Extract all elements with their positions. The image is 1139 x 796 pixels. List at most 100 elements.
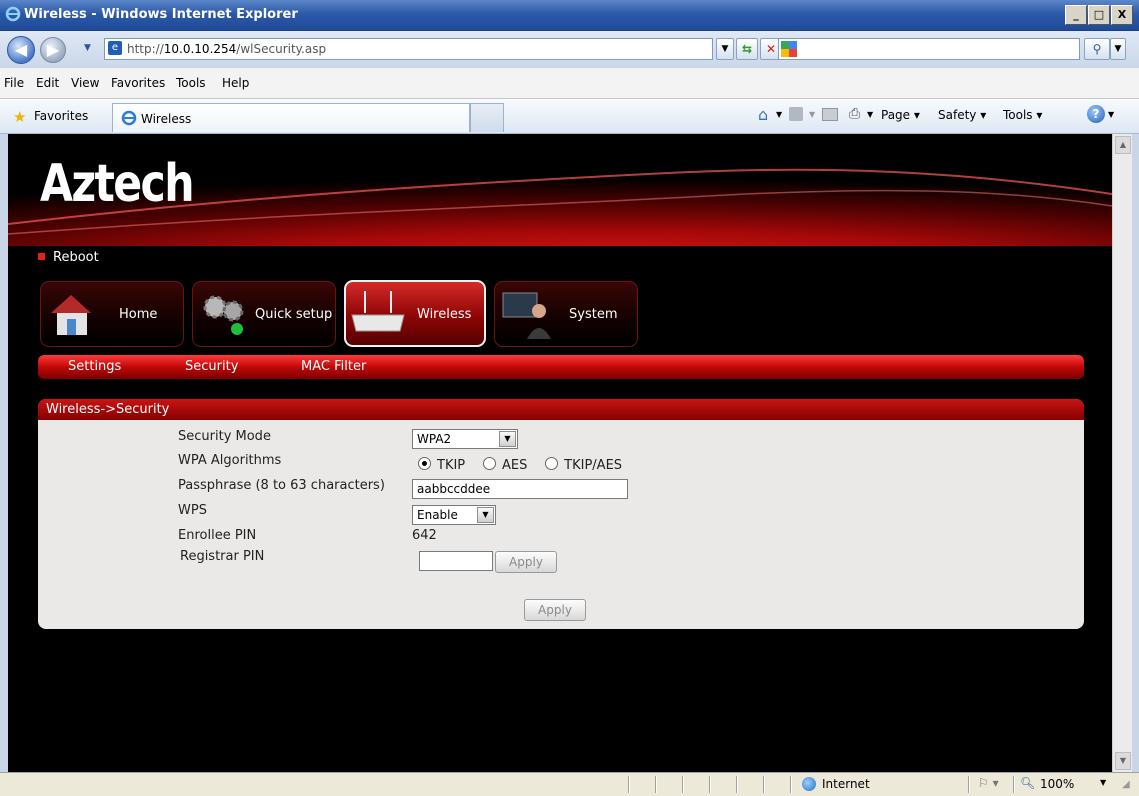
security-zone-label: Internet	[822, 777, 870, 791]
house-icon	[45, 287, 101, 341]
menu-bar: File Edit View Favorites Tools Help	[0, 68, 1139, 99]
search-button[interactable]: ⚲	[1084, 38, 1110, 60]
recent-pages-dropdown-icon[interactable]: ▼	[84, 43, 91, 53]
back-arrow-icon: ◀	[14, 40, 28, 59]
bullet-square-icon	[38, 253, 45, 260]
compatibility-view-icon[interactable]: ⇆	[736, 38, 758, 60]
panel-header: Wireless->Security	[38, 399, 1084, 420]
print-dropdown-icon[interactable]: ▼	[867, 110, 873, 119]
favorites-star-icon[interactable]: ★	[13, 108, 26, 126]
forward-arrow-icon: ▶	[46, 40, 60, 59]
wps-value: Enable	[417, 508, 458, 522]
enrollee-pin-label: Enrollee PIN	[178, 528, 257, 543]
radio-tkip-label: TKIP	[437, 458, 466, 473]
protected-mode-icon[interactable]: ⚐ ▾	[978, 776, 999, 790]
tools-menu[interactable]: Tools ▾	[1003, 108, 1042, 122]
zoom-level[interactable]: 100%	[1040, 777, 1074, 791]
security-mode-value: WPA2	[417, 432, 452, 446]
apply-button[interactable]: Apply	[524, 599, 586, 621]
menu-view[interactable]: View	[71, 76, 99, 90]
nav-home-button[interactable]: Home	[40, 281, 184, 347]
page-menu[interactable]: Page ▾	[881, 108, 920, 122]
scroll-down-icon[interactable]: ▼	[1115, 752, 1131, 770]
wpa-algorithms-label: WPA Algorithms	[178, 453, 282, 468]
nav-quick-setup-label: Quick setup	[255, 307, 333, 322]
resize-grip-icon[interactable]: ◢	[1122, 779, 1130, 790]
new-tab-button[interactable]	[470, 103, 504, 132]
page-icon: e	[108, 41, 122, 55]
chevron-down-icon: ▼	[477, 507, 494, 523]
address-field[interactable]: e http://10.0.10.254/wlSecurity.asp	[104, 38, 713, 60]
home-icon[interactable]: ⌂	[758, 105, 768, 124]
feeds-icon[interactable]	[789, 107, 803, 121]
address-toolbar: ◀ ▶ ▼ e http://10.0.10.254/wlSecurity.as…	[0, 31, 1139, 67]
radio-aes-label: AES	[501, 458, 528, 473]
wpa-algorithms-group: TKIP AES TKIP/AES	[418, 457, 636, 473]
passphrase-value: aabbccddee	[417, 482, 491, 496]
subnav-mac-filter[interactable]: MAC Filter	[301, 359, 366, 374]
address-dropdown-button[interactable]: ▼	[716, 38, 734, 60]
zoom-icon[interactable]: 🔍︎	[1020, 776, 1035, 790]
menu-help[interactable]: Help	[222, 76, 249, 90]
menu-tools[interactable]: Tools	[176, 76, 206, 90]
google-search-icon	[781, 41, 797, 57]
radio-tkip-aes-label: TKIP/AES	[564, 458, 623, 473]
security-mode-select[interactable]: WPA2 ▼	[412, 429, 518, 449]
security-mode-label: Security Mode	[178, 429, 271, 444]
ie-page-icon	[121, 110, 137, 129]
favorites-button[interactable]: Favorites	[34, 109, 88, 123]
router-icon	[350, 287, 406, 341]
reboot-link[interactable]: Reboot	[38, 250, 99, 265]
enrollee-pin-value: 642	[412, 528, 437, 543]
registrar-pin-label: Registrar PIN	[180, 549, 265, 564]
radio-aes[interactable]	[482, 457, 496, 470]
panel-title: Wireless->Security	[46, 402, 170, 417]
header-banner: Aztech	[8, 134, 1112, 246]
menu-file[interactable]: File	[4, 76, 24, 90]
help-icon[interactable]: ?	[1087, 105, 1105, 123]
scroll-up-icon[interactable]: ▲	[1115, 136, 1131, 154]
user-computer-icon	[499, 287, 555, 341]
vertical-scrollbar[interactable]: ▲ ▼	[1112, 134, 1132, 772]
minimize-button[interactable]: _	[1065, 5, 1087, 25]
close-button[interactable]: X	[1111, 5, 1133, 25]
aztech-logo: Aztech	[40, 154, 195, 214]
menu-edit[interactable]: Edit	[36, 76, 59, 90]
nav-system-label: System	[569, 307, 618, 322]
safety-menu[interactable]: Safety ▾	[938, 108, 986, 122]
registrar-pin-input[interactable]	[419, 551, 493, 571]
zoom-dropdown-icon[interactable]: ▼	[1100, 778, 1106, 787]
wps-select[interactable]: Enable ▼	[412, 505, 496, 525]
search-input[interactable]	[778, 38, 1080, 60]
passphrase-label: Passphrase (8 to 63 characters)	[178, 478, 385, 493]
passphrase-input[interactable]: aabbccddee	[412, 479, 628, 499]
tab-wireless[interactable]: Wireless	[112, 103, 470, 132]
chevron-down-icon: ▼	[499, 431, 516, 447]
print-icon[interactable]: ⎙	[849, 106, 860, 122]
home-dropdown-icon[interactable]: ▼	[776, 110, 782, 119]
radio-tkip-aes[interactable]	[545, 457, 559, 470]
help-dropdown-icon[interactable]: ▼	[1108, 110, 1114, 119]
maximize-button[interactable]: □	[1088, 5, 1110, 25]
feeds-dropdown-icon[interactable]: ▼	[809, 110, 815, 119]
security-panel: Wireless->Security Security Mode WPA2 ▼ …	[38, 399, 1084, 629]
menu-favorites[interactable]: Favorites	[111, 76, 165, 90]
nav-wireless-label: Wireless	[417, 307, 472, 322]
window-title-bar[interactable]: Wireless - Windows Internet Explorer _ □…	[0, 0, 1139, 31]
address-url: http://10.0.10.254/wlSecurity.asp	[127, 42, 327, 56]
back-button[interactable]: ◀	[7, 36, 35, 64]
nav-system-button[interactable]: System	[494, 281, 638, 347]
registrar-apply-button[interactable]: Apply	[495, 551, 557, 573]
mail-icon[interactable]	[822, 108, 838, 121]
subnav-security[interactable]: Security	[185, 359, 238, 374]
nav-quick-setup-button[interactable]: Quick setup	[192, 281, 336, 347]
search-options-icon[interactable]: ▼	[1110, 38, 1126, 60]
status-bar: Internet ⚐ ▾ 🔍︎ 100% ▼ ◢	[0, 772, 1139, 796]
subnav-settings[interactable]: Settings	[68, 359, 121, 374]
ie-logo-icon	[5, 6, 21, 22]
reboot-label: Reboot	[53, 250, 99, 265]
tab-label: Wireless	[141, 112, 192, 126]
radio-tkip[interactable]	[418, 457, 431, 470]
nav-wireless-button[interactable]: Wireless	[344, 280, 486, 347]
forward-button[interactable]: ▶	[40, 37, 66, 63]
